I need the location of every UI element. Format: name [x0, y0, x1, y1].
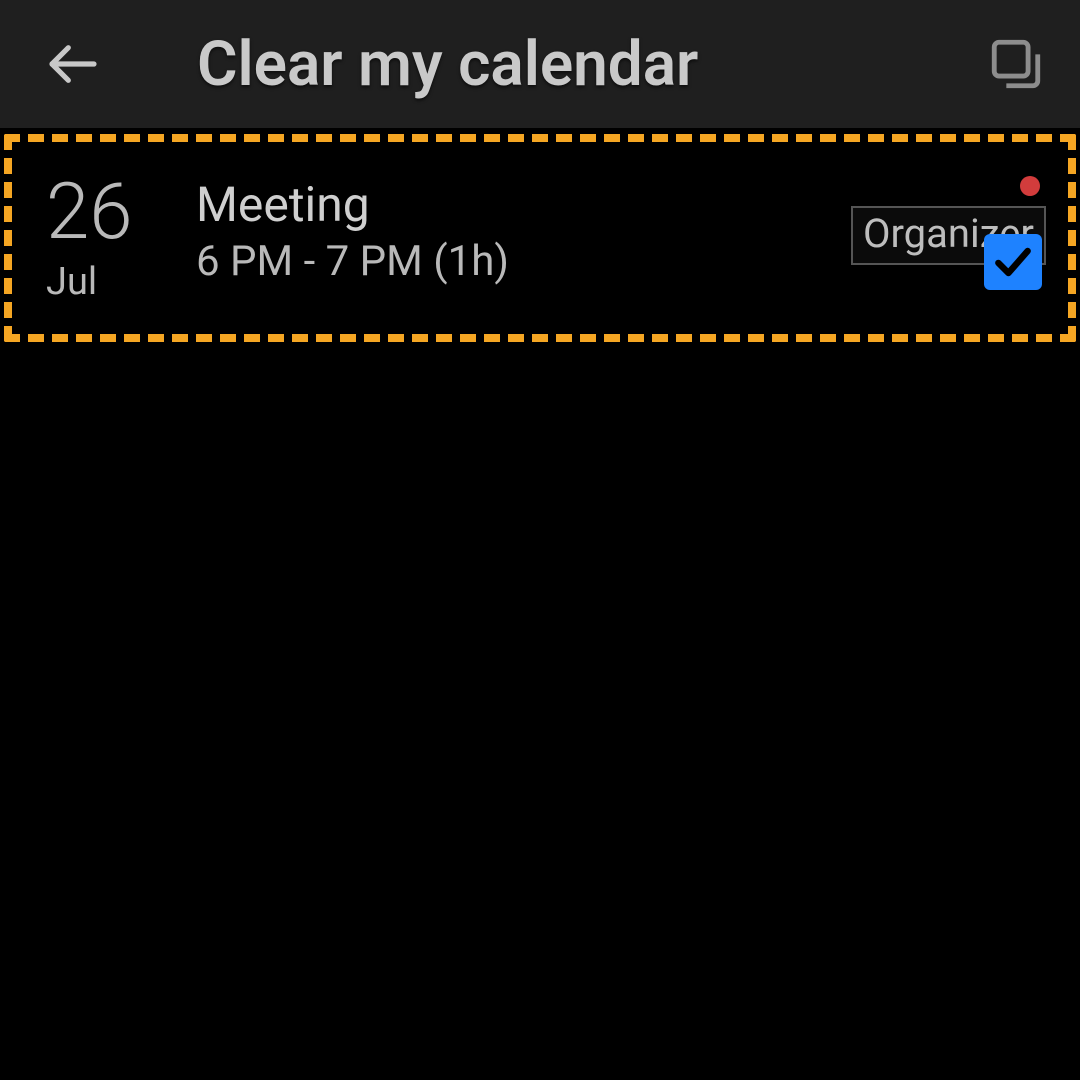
- event-month: Jul: [46, 260, 196, 304]
- event-row[interactable]: 26 Jul Meeting 6 PM - 7 PM (1h) Organize…: [0, 162, 1080, 322]
- event-checkbox[interactable]: [984, 234, 1042, 290]
- app-bar: Clear my calendar: [0, 0, 1080, 128]
- event-time: 6 PM - 7 PM (1h): [196, 237, 509, 286]
- status-dot-icon: [1020, 176, 1040, 196]
- page-title: Clear my calendar: [197, 28, 698, 101]
- event-date: 26 Jul: [46, 174, 196, 304]
- check-icon: [991, 240, 1035, 284]
- back-arrow-icon: [45, 36, 101, 92]
- copy-icon: [987, 35, 1045, 93]
- event-day: 26: [46, 174, 196, 252]
- event-info: Meeting 6 PM - 7 PM (1h): [196, 174, 509, 286]
- select-all-button[interactable]: [980, 28, 1052, 100]
- event-title: Meeting: [196, 176, 509, 233]
- back-button[interactable]: [40, 32, 105, 97]
